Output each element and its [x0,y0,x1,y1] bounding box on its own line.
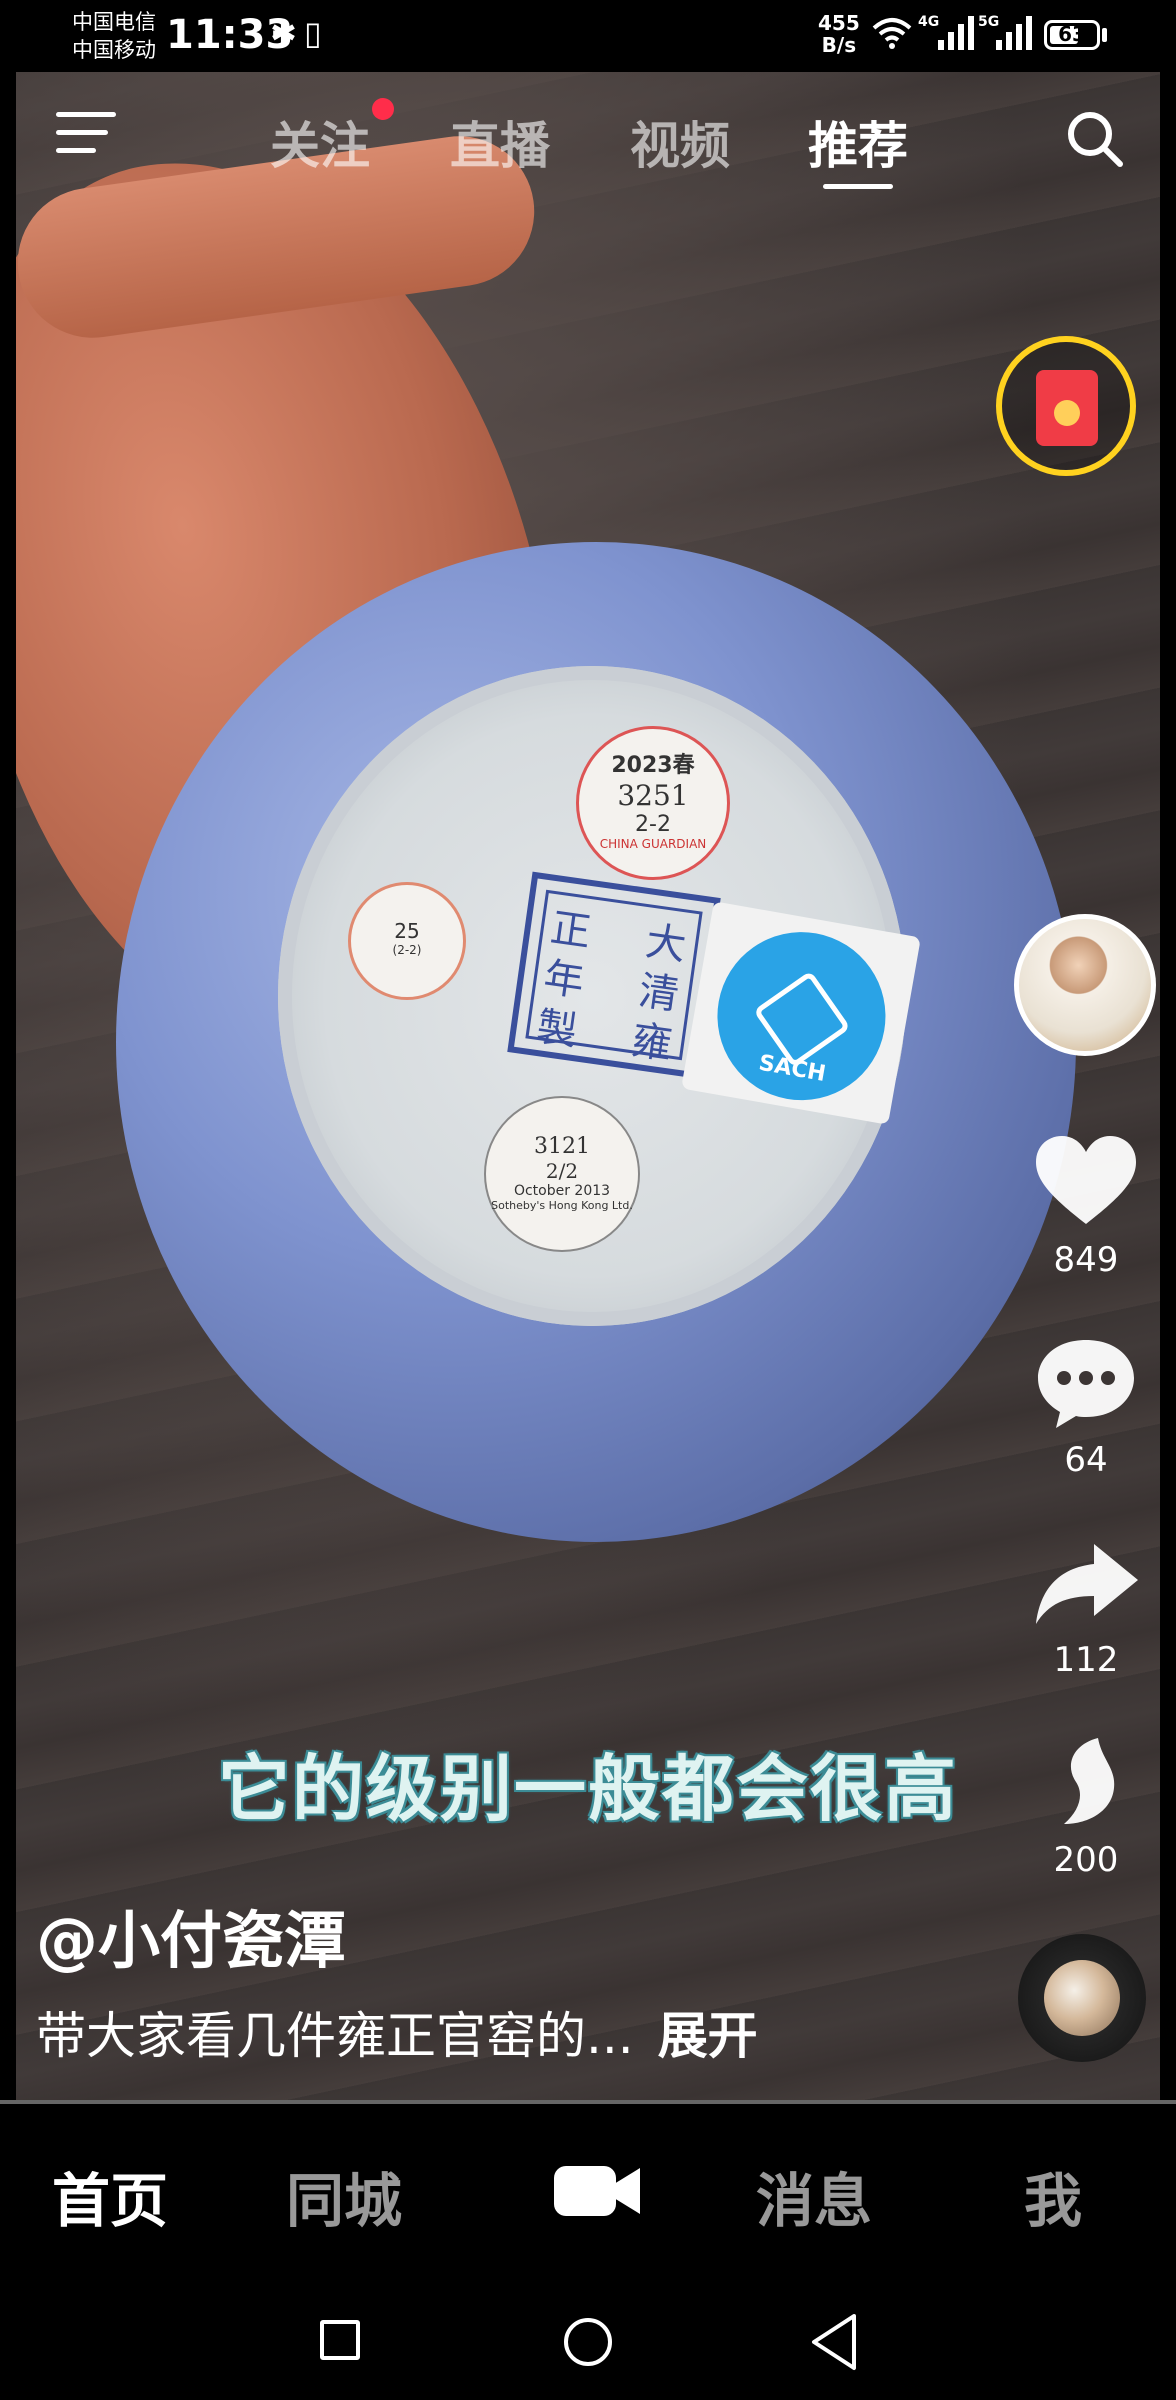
sothebys-date: October 2013 [513,1183,611,1199]
home-button[interactable] [564,2318,612,2366]
favorite-button[interactable]: 200 [1030,1734,1142,1880]
video-description[interactable]: 带大家看几件雍正官窑的... 展开 [36,1996,758,2068]
comment-icon [1038,1340,1134,1428]
music-cover [1044,1960,1120,2036]
signal-icon-1 [938,16,974,50]
cg-house: CHINA GUARDIAN [599,837,707,851]
author-name[interactable]: @小付瓷潭 [36,1890,346,1980]
favorite-icon [1064,1738,1115,1824]
china-guardian-sticker: 2023春 3251 2-2 CHINA GUARDIAN [576,726,730,880]
museum-lot: 25 [394,919,420,943]
like-button[interactable]: 849 [1030,1134,1142,1280]
music-disc[interactable] [1018,1934,1146,2062]
sothebys-sub: 2/2 [545,1159,579,1183]
wifi-icon [872,18,912,49]
seal-char-6: 製 [533,1004,580,1056]
bluetooth-icon: ✱ [270,14,297,52]
sach-logo: SACH [704,918,899,1114]
cg-sub: 2-2 [635,812,671,837]
video-subtitle: 它的级别一般都会很高 [217,1747,958,1831]
nav-home[interactable]: 首页 [52,2154,168,2238]
cg-year: 2023春 [611,753,695,778]
coin-icon [1054,400,1080,426]
signal-icon-2 [996,16,1032,50]
museum-sub: (2-2) [392,943,422,957]
sothebys-lot: 3121 [534,1134,590,1159]
net-speed: 455 B/s [818,12,860,56]
tab-recommend[interactable]: 推荐 [808,106,908,178]
red-packet-button[interactable] [996,336,1136,476]
author-avatar[interactable] [1014,914,1156,1056]
carrier-names: 中国电信 中国移动 [72,8,156,64]
net-speed-value: 455 [818,11,860,35]
cg-lot: 3251 [617,779,689,812]
seal-char-3: 雍 [628,1017,675,1069]
net-speed-unit: B/s [821,33,857,57]
comment-button[interactable]: 64 [1030,1334,1142,1480]
vibrate-icon: ▯ [304,14,322,52]
camera-icon[interactable] [554,2162,642,2220]
nav-messages[interactable]: 消息 [756,2154,872,2238]
comment-count: 64 [1064,1440,1108,1480]
battery-level: 63 [1058,22,1086,46]
wifi-tag: 4G [918,14,940,30]
battery-icon: 63 [1044,20,1100,50]
carrier-1: 中国电信 [72,10,156,34]
tab-following[interactable]: 关注 [270,106,370,178]
status-bar: 中国电信 中国移动 11:33 ✱ ▯ 455 B/s 4G 5G 63 [0,0,1176,72]
museum-sticker: 25 (2-2) [348,882,466,1000]
expand-link[interactable]: 展开 [658,2007,758,2065]
like-count: 849 [1053,1240,1119,1280]
menu-icon[interactable] [56,112,116,156]
nav-me[interactable]: 我 [1024,2154,1082,2238]
sothebys-sticker: 3121 2/2 October 2013 Sotheby's Hong Kon… [484,1096,640,1252]
nav-nearby[interactable]: 同城 [286,2154,402,2238]
sothebys-house: Sotheby's Hong Kong Ltd. [491,1199,633,1212]
active-tab-indicator [823,184,893,189]
search-icon[interactable] [1064,108,1124,168]
battery-tip [1102,28,1107,42]
favorite-count: 200 [1053,1840,1119,1880]
carrier-2: 中国移动 [72,38,156,62]
share-count: 112 [1053,1640,1119,1680]
share-button[interactable]: 112 [1030,1534,1142,1680]
description-text: 带大家看几件雍正官窑的... [36,2007,634,2065]
back-button[interactable] [806,2312,862,2372]
recents-button[interactable] [320,2320,360,2360]
notification-dot [372,98,394,120]
heart-icon [1036,1136,1136,1224]
share-icon [1036,1544,1138,1624]
tab-video[interactable]: 视频 [630,106,730,178]
sach-sticker: SACH [681,901,921,1125]
tab-live[interactable]: 直播 [450,106,550,178]
